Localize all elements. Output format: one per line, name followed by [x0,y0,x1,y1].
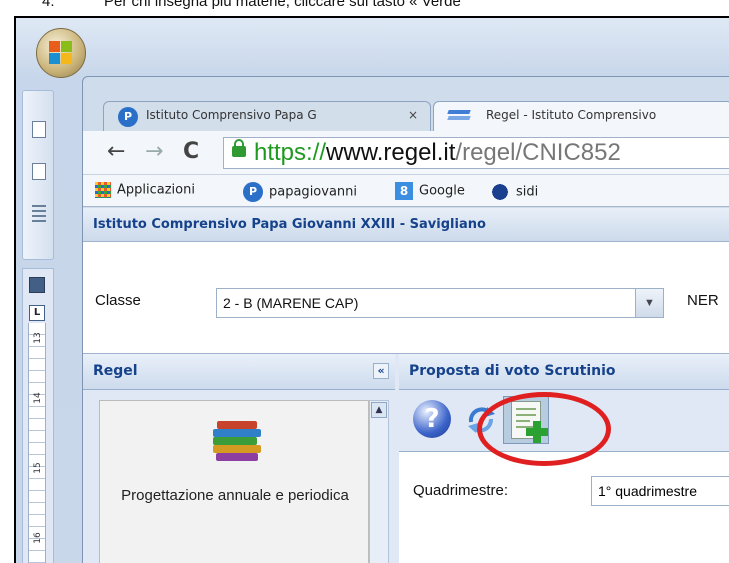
tab-papa-giovanni[interactable]: P Istituto Comprensivo Papa G × [103,101,431,131]
school-title: Istituto Comprensivo Papa Giovanni XXIII… [83,208,729,242]
regel-menu-panel: Regel « Progettazione annuale e periodic… [83,354,395,563]
regel-panel-header: Regel « [83,354,395,390]
reload-button[interactable]: C [183,139,199,164]
browser-toolbar: ← → C https://www.regel.it/regel/CNIC852 [83,131,729,175]
close-icon[interactable]: × [408,108,418,122]
filter-panel: Classe 2 - B (MARENE CAP) ▼ NER [83,242,729,354]
chevron-down-icon[interactable]: ▼ [635,289,663,317]
google-icon: 8 [395,182,413,200]
books-icon [213,419,263,465]
proposta-voto-panel: Proposta di voto Scrutinio ? Quadrimestr… [399,354,729,563]
ruler-label: 15 [33,462,43,474]
forward-button[interactable]: → [145,139,163,164]
paste-icon[interactable] [32,121,46,138]
lines-icon[interactable] [32,205,46,222]
menu-scrollbar[interactable]: ▲ [369,400,389,563]
ruler-label: 14 [33,392,43,404]
tab-label: Istituto Comprensivo Papa G [146,108,317,122]
tab-stop-selector[interactable]: L [29,305,45,321]
url-scheme: https:// [254,139,327,166]
classe-label: Classe [95,292,141,309]
proposta-voto-header: Proposta di voto Scrutinio [399,354,729,390]
bookmark-sidi[interactable]: sidi [490,182,538,202]
help-icon[interactable]: ? [413,400,451,438]
bookmark-label: Google [419,183,465,199]
quadrimestre-select[interactable]: 1° quadrimestre [591,476,729,506]
bookmark-label: papagiovanni [269,184,358,200]
ruler-label: 16 [33,532,43,544]
menu-item-label: Progettazione annuale e periodica [121,487,349,504]
scroll-up-button[interactable]: ▲ [371,402,387,418]
tab-label: Regel - Istituto Comprensivo [486,108,657,122]
tab-strip: P Istituto Comprensivo Papa G × Regel - … [103,101,729,131]
tab-regel[interactable]: Regel - Istituto Comprensivo [433,101,729,131]
bookmark-papagiovanni[interactable]: Ppapagiovanni [243,182,357,202]
screenshot-frame: L 13 14 15 16 P Istituto Comprensivo Pap… [14,16,729,563]
word-quick-toolbar [22,90,54,260]
menu-item-progettazione[interactable]: Progettazione annuale e periodica [99,400,369,563]
bookmark-label: sidi [516,184,539,200]
vertical-ruler: 13 14 15 16 [28,323,46,563]
url-host: www.regel.it [326,139,456,166]
bookmarks-bar: Applicazioni Ppapagiovanni 8 Google sidi [83,175,729,207]
office-logo-icon [49,41,73,65]
papagiovanni-favicon-icon: P [118,107,138,127]
truncated-label: NER [687,292,719,309]
new-doc-icon[interactable] [32,163,46,180]
regel-favicon-icon [447,110,474,124]
caption-text: Per chi insegna più materie, cliccare su… [104,0,461,10]
bookmark-label: Applicazioni [117,182,195,198]
address-bar[interactable]: https://www.regel.it/regel/CNIC852 [223,137,729,169]
regel-panel-title: Regel [93,363,138,379]
bookmark-google[interactable]: 8 Google [395,182,465,200]
classe-select[interactable]: 2 - B (MARENE CAP) ▼ [216,288,664,318]
apps-icon [95,182,111,198]
collapse-button[interactable]: « [373,363,389,379]
voto-toolbar: ? [399,390,729,466]
caption-number: 4. [42,0,55,10]
highlight-ellipse [477,392,611,466]
back-button[interactable]: ← [107,139,125,164]
url-path: /regel/CNIC852 [455,139,621,166]
save-icon[interactable] [29,277,45,293]
ruler-label: 13 [33,332,43,344]
quadrimestre-label: Quadrimestre: [413,482,509,499]
browser-window: P Istituto Comprensivo Papa G × Regel - … [82,76,729,563]
bookmark-apps[interactable]: Applicazioni [95,182,195,198]
office-button[interactable] [36,28,86,78]
sidi-icon [490,182,510,202]
papagiovanni-icon: P [243,182,263,202]
regel-page: Istituto Comprensivo Papa Giovanni XXIII… [83,208,729,563]
classe-value: 2 - B (MARENE CAP) [223,295,359,311]
lock-icon [232,139,246,157]
